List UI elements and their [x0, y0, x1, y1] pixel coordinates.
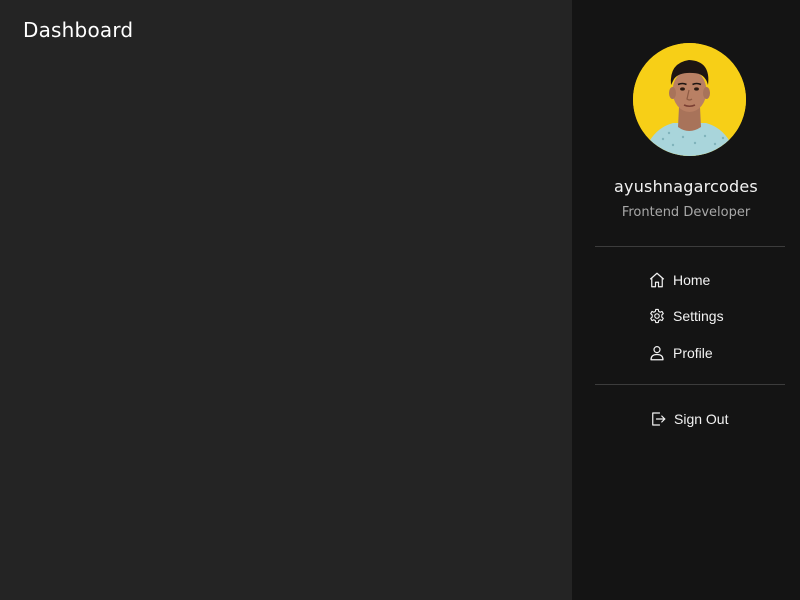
profile-role: Frontend Developer — [621, 205, 751, 220]
avatar-image — [633, 43, 746, 156]
sidebar-item-label: Settings — [673, 308, 724, 324]
avatar — [633, 43, 746, 156]
home-icon — [648, 271, 666, 289]
user-icon — [648, 344, 666, 362]
sidebar-item-label: Home — [673, 272, 711, 288]
gear-icon — [648, 307, 666, 325]
sidebar: ayushnagarcodes Frontend Developer Home … — [572, 0, 800, 600]
sidebar-item-label: Profile — [673, 345, 713, 361]
sidebar-item-settings[interactable]: Settings — [648, 305, 724, 327]
app-root: Dashboard ayushnagarcodes Frontend Devel… — [0, 0, 800, 600]
sidebar-divider-bottom — [595, 384, 785, 385]
sidebar-item-profile[interactable]: Profile — [648, 342, 713, 364]
sidebar-item-home[interactable]: Home — [648, 269, 710, 291]
main-content: Dashboard — [0, 0, 572, 600]
sign-out-button[interactable]: Sign Out — [649, 408, 728, 430]
profile-username: ayushnagarcodes — [614, 177, 758, 196]
sign-out-icon — [649, 410, 667, 428]
page-title: Dashboard — [23, 18, 134, 42]
sign-out-label: Sign Out — [674, 411, 729, 427]
sidebar-divider-top — [595, 246, 785, 247]
